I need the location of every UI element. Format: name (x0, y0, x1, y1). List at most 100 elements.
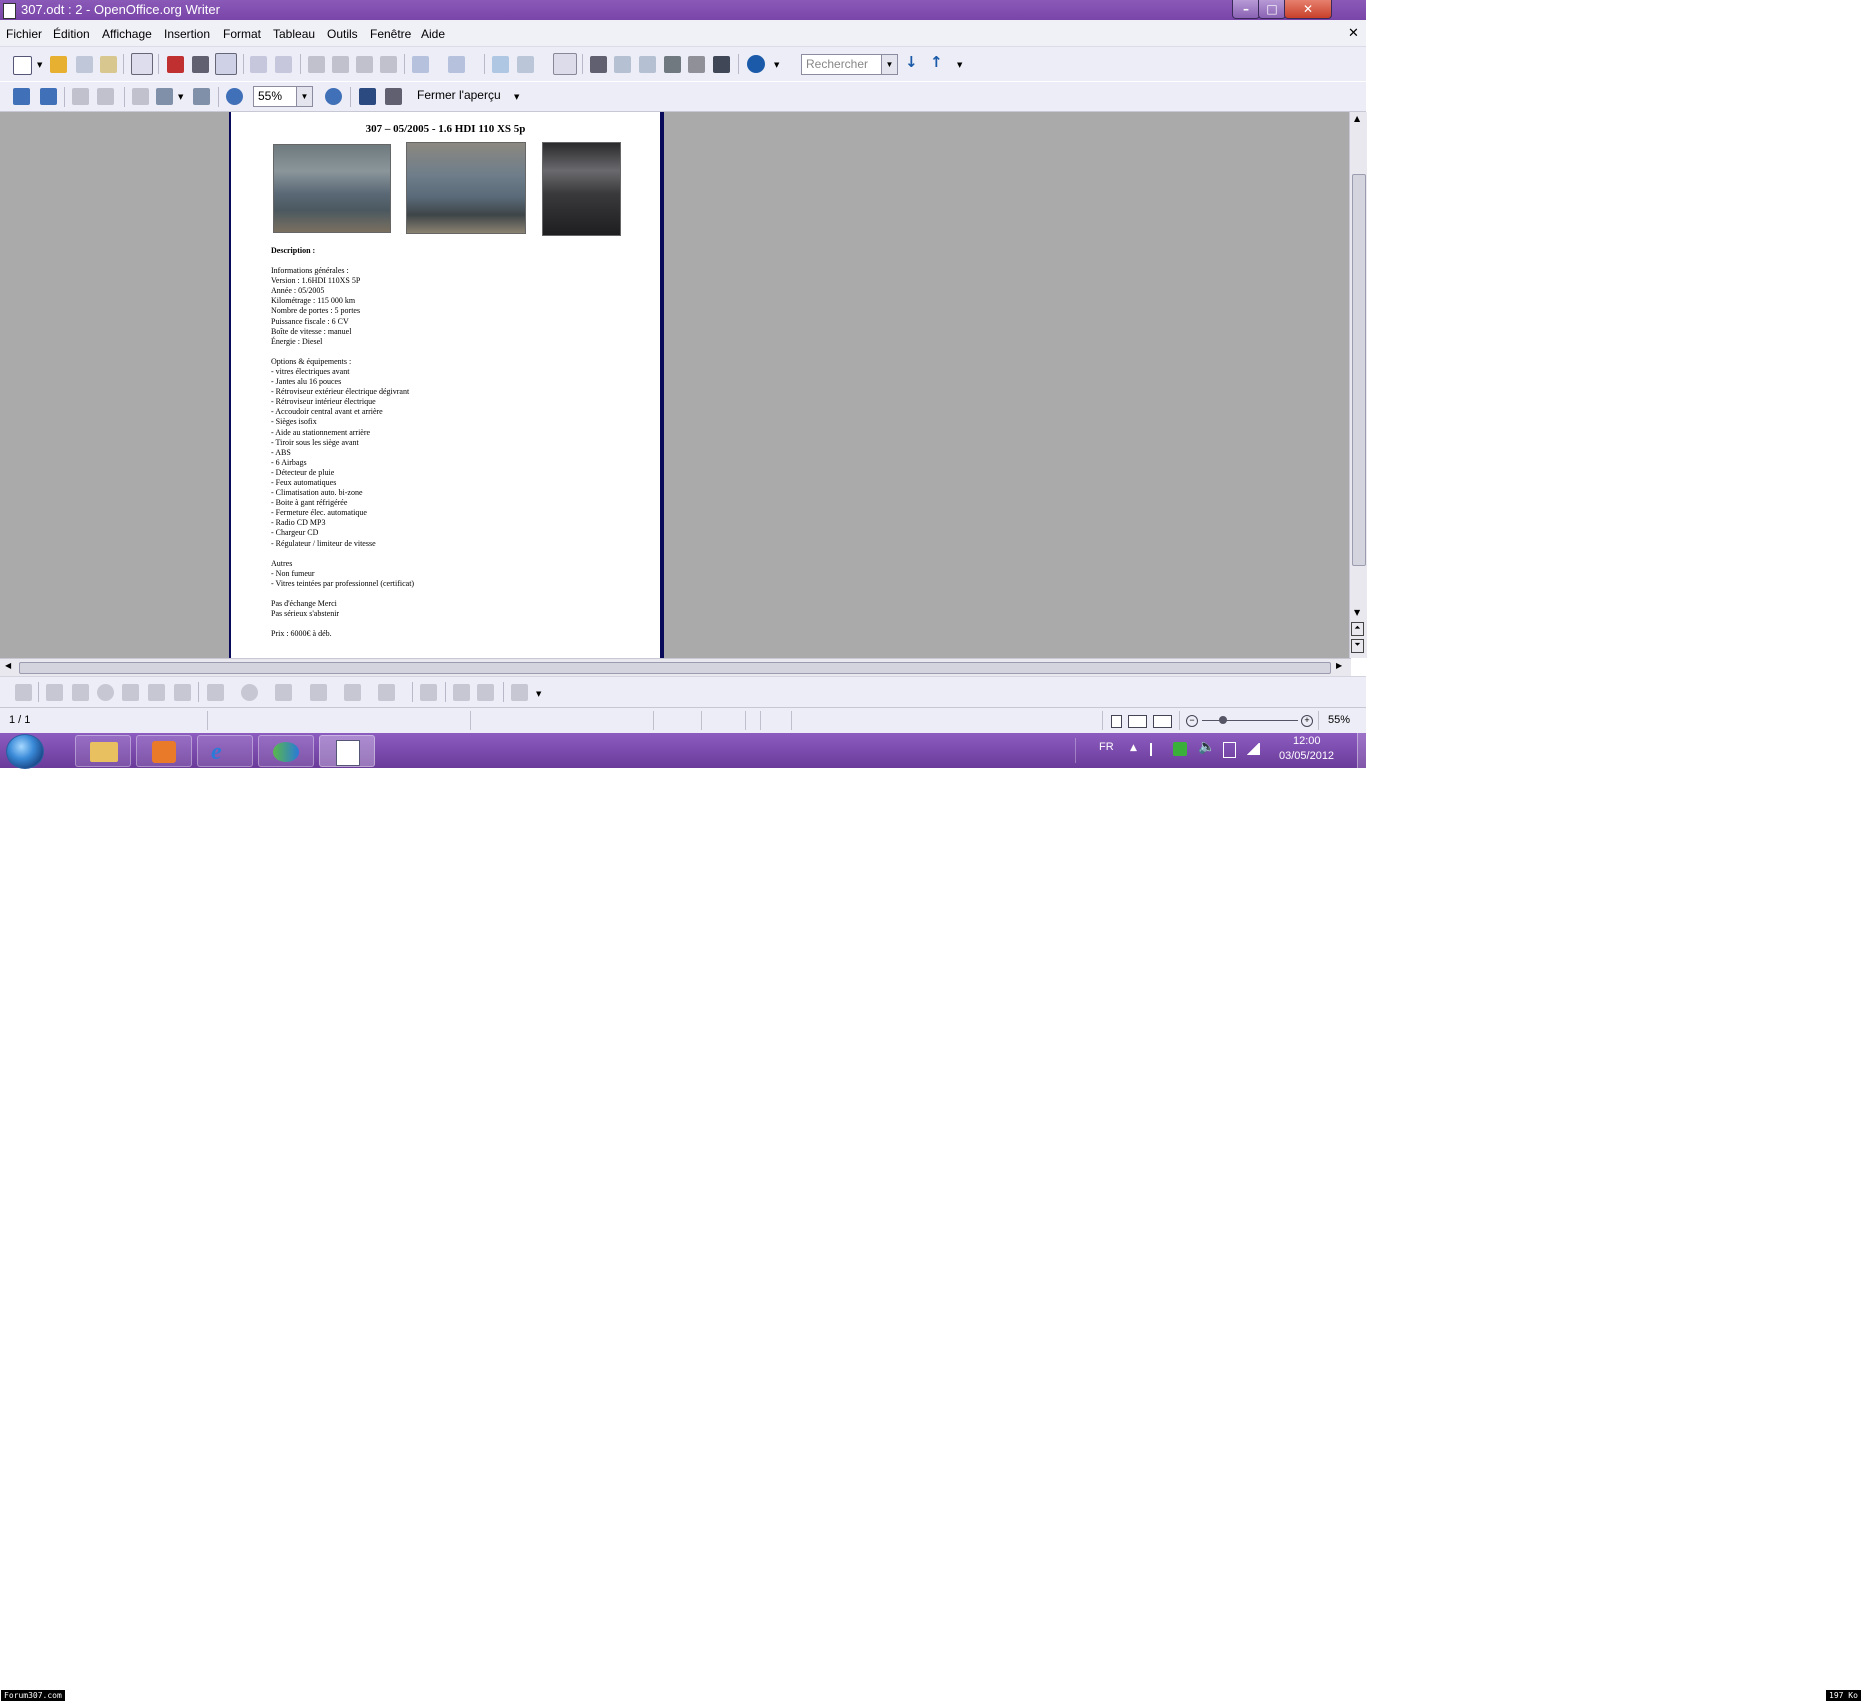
find-next-icon[interactable]: ↓ (905, 53, 918, 71)
search-options-icon[interactable]: ▼ (957, 61, 962, 69)
search-input[interactable]: Rechercher ▼ (801, 54, 898, 75)
vertical-scroll-thumb[interactable] (1352, 174, 1366, 566)
preview-toolbar-options-icon[interactable]: ▼ (514, 93, 519, 101)
close-button[interactable]: ✕ (1284, 0, 1332, 19)
multiple-pages-dropdown-icon[interactable]: ▼ (178, 93, 183, 101)
zoom-in-slider-icon[interactable]: + (1301, 715, 1313, 727)
open-folder-icon[interactable] (50, 56, 67, 73)
close-preview-button[interactable]: Fermer l'aperçu (417, 88, 501, 102)
multiple-pages-icon[interactable] (156, 88, 173, 105)
last-page-icon[interactable] (97, 88, 114, 105)
minimize-button[interactable]: – (1232, 0, 1260, 19)
freeform-icon[interactable] (122, 684, 139, 701)
zoom-icon[interactable] (713, 56, 730, 73)
table-icon[interactable] (517, 56, 534, 73)
cut-icon[interactable] (308, 56, 325, 73)
new-document-icon[interactable] (13, 56, 32, 75)
block-arrows-icon[interactable] (275, 684, 292, 701)
zoom-in-icon[interactable] (226, 88, 243, 105)
save-icon[interactable] (76, 56, 93, 73)
data-sources-icon[interactable] (664, 56, 681, 73)
menu-fenetre[interactable]: Fenêtre (370, 27, 411, 41)
zoom-dropdown-icon[interactable]: ▼ (296, 87, 312, 106)
menu-outils[interactable]: Outils (327, 27, 358, 41)
start-button[interactable] (6, 734, 44, 769)
taskbar-messenger-button[interactable] (258, 735, 314, 767)
format-paintbrush-icon[interactable] (380, 56, 397, 73)
action-center-flag-icon[interactable] (1150, 743, 1166, 756)
vertical-scrollbar[interactable]: ▲ ▼ ⏶ ⏷ (1349, 112, 1367, 658)
edit-mode-icon[interactable] (131, 53, 153, 75)
zoom-slider-track[interactable] (1202, 720, 1298, 721)
stars-icon[interactable] (378, 684, 395, 701)
taskbar-writer-button[interactable] (319, 735, 375, 767)
menu-insertion[interactable]: Insertion (164, 27, 210, 41)
undo-icon[interactable] (412, 56, 429, 73)
select-icon[interactable] (15, 684, 32, 701)
export-pdf-icon[interactable] (167, 56, 184, 73)
print-icon[interactable] (192, 56, 209, 73)
basic-shapes-icon[interactable] (207, 684, 224, 701)
book-preview-icon[interactable] (193, 88, 210, 105)
symbol-shapes-icon[interactable] (241, 684, 258, 701)
page-preview-icon[interactable] (215, 53, 237, 75)
network-signal-icon[interactable] (1246, 743, 1260, 755)
language-indicator[interactable]: FR (1099, 741, 1114, 753)
next-page-scroll-icon[interactable]: ⏷ (1351, 639, 1364, 653)
security-check-icon[interactable] (1173, 742, 1187, 756)
zoom-input[interactable]: 55% ▼ (253, 86, 313, 107)
email-icon[interactable] (100, 56, 117, 73)
zoom-out-slider-icon[interactable]: − (1186, 715, 1198, 727)
taskbar-explorer-button[interactable] (75, 735, 131, 767)
clock-time[interactable]: 12:00 (1293, 735, 1321, 747)
redo-icon[interactable] (448, 56, 465, 73)
horizontal-scrollbar[interactable]: ◀ ▶ (0, 658, 1351, 676)
find-previous-icon[interactable]: ↑ (930, 53, 943, 71)
menu-affichage[interactable]: Affichage (102, 27, 152, 41)
volume-icon[interactable]: 🔈 (1198, 739, 1215, 755)
ellipse-icon[interactable] (97, 684, 114, 701)
callout-icon[interactable] (174, 684, 191, 701)
find-replace-icon[interactable] (590, 56, 607, 73)
extrusion-icon[interactable] (511, 684, 528, 701)
hyperlink-icon[interactable] (492, 56, 509, 73)
from-file-icon[interactable] (477, 684, 494, 701)
copy-icon[interactable] (332, 56, 349, 73)
paste-icon[interactable] (356, 56, 373, 73)
navigator-icon[interactable] (614, 56, 631, 73)
draw-functions-icon[interactable] (553, 53, 577, 75)
menu-edition[interactable]: Édition (53, 27, 90, 41)
next-page-icon[interactable] (40, 88, 57, 105)
two-pages-icon[interactable] (132, 88, 149, 105)
points-icon[interactable] (420, 684, 437, 701)
scroll-up-arrow-icon[interactable]: ▲ (1354, 114, 1360, 123)
spellcheck-icon[interactable] (250, 56, 267, 73)
book-view-icon[interactable] (1153, 715, 1172, 728)
scroll-right-arrow-icon[interactable]: ▶ (1336, 661, 1342, 670)
show-desktop-button[interactable] (1357, 733, 1367, 768)
new-dropdown-icon[interactable]: ▼ (37, 61, 42, 69)
zoom-percentage[interactable]: 55% (1328, 714, 1350, 726)
show-hidden-icons-icon[interactable]: ▲ (1130, 743, 1137, 753)
callouts-icon[interactable] (344, 684, 361, 701)
flowchart-icon[interactable] (310, 684, 327, 701)
formatting-marks-icon[interactable] (688, 56, 705, 73)
taskbar-internet-explorer-button[interactable]: e (197, 735, 253, 767)
drawing-toolbar-options-icon[interactable]: ▼ (536, 690, 541, 698)
text-icon[interactable] (148, 684, 165, 701)
zoom-slider-thumb[interactable] (1219, 716, 1227, 724)
scroll-left-arrow-icon[interactable]: ◀ (5, 661, 11, 670)
menu-tableau[interactable]: Tableau (273, 27, 315, 41)
menu-fichier[interactable]: Fichier (6, 27, 42, 41)
previous-page-icon[interactable] (13, 88, 30, 105)
menu-aide[interactable]: Aide (421, 27, 445, 41)
single-page-view-icon[interactable] (1111, 715, 1122, 728)
full-screen-icon[interactable] (359, 88, 376, 105)
horizontal-scroll-thumb[interactable] (19, 662, 1331, 674)
maximize-button[interactable]: □ (1258, 0, 1286, 19)
line-icon[interactable] (46, 684, 63, 701)
previous-page-scroll-icon[interactable]: ⏶ (1351, 622, 1364, 636)
multi-page-view-icon[interactable] (1128, 715, 1147, 728)
gallery-icon[interactable] (639, 56, 656, 73)
search-dropdown-icon[interactable]: ▼ (881, 55, 897, 74)
